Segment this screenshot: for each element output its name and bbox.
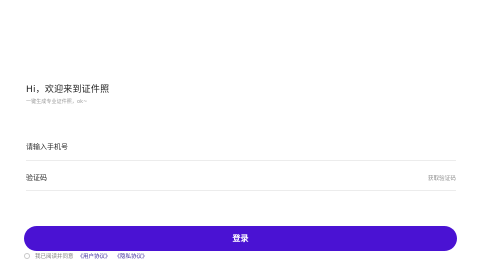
agreement-row: 我已阅读并同意 《用户协议》 《隐私协议》: [24, 252, 148, 260]
welcome-subtitle: 一键生成专业证件照，ok~: [26, 99, 88, 105]
phone-field-row: [26, 138, 456, 156]
agreement-checkbox[interactable]: [24, 253, 30, 259]
code-divider: [26, 190, 456, 191]
phone-input[interactable]: [26, 143, 276, 151]
welcome-title: Hi，欢迎来到证件照: [26, 85, 110, 95]
agreement-text: 我已阅读并同意: [35, 254, 74, 260]
phone-divider: [26, 160, 456, 161]
privacy-policy-link[interactable]: 《隐私协议》: [115, 252, 148, 260]
login-screen: Hi，欢迎来到证件照 一键生成专业证件照，ok~ 获取验证码 登录 我已阅读并同…: [0, 0, 480, 270]
verification-code-input[interactable]: [26, 174, 276, 182]
user-agreement-link[interactable]: 《用户协议》: [78, 252, 111, 260]
code-field-row: 获取验证码: [26, 169, 456, 187]
login-button[interactable]: 登录: [24, 226, 457, 251]
get-verification-code-link[interactable]: 获取验证码: [428, 174, 456, 182]
